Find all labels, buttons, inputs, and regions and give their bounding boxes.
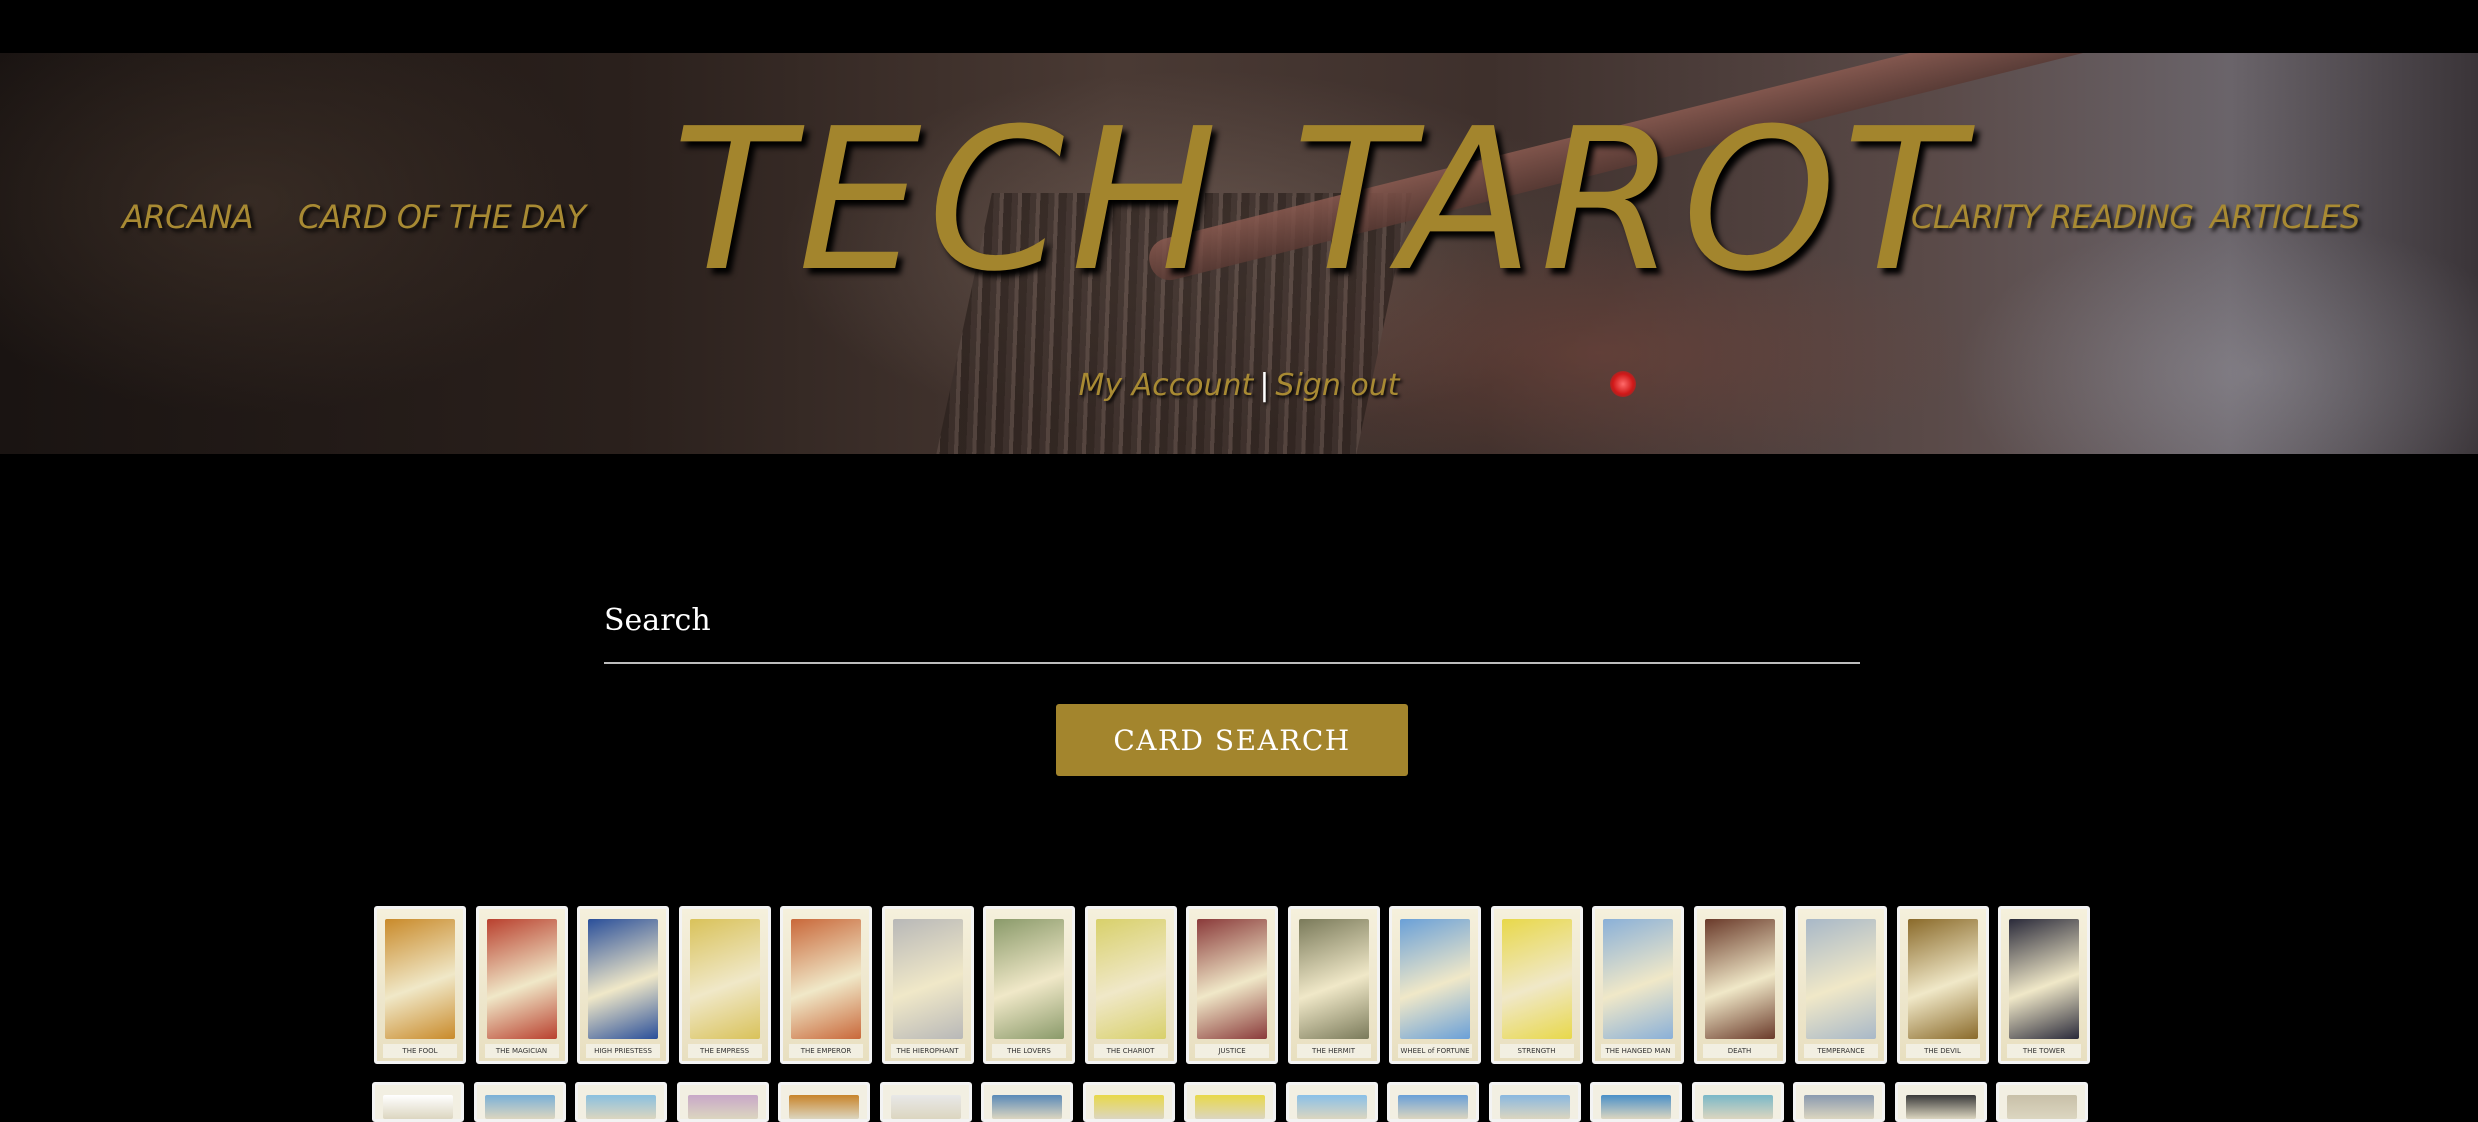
tarot-card-art [1603, 919, 1673, 1039]
tarot-card-caption: STRENGTH [1499, 1044, 1574, 1058]
search-field-wrapper [604, 580, 1860, 664]
tarot-card-art [2007, 1095, 2077, 1119]
tarot-card-art [1702, 1095, 1773, 1119]
nav-clarity-reading[interactable]: CLARITY READING [1911, 198, 2194, 236]
tarot-card-thumbnail[interactable] [1488, 1082, 1581, 1122]
tarot-card-thumbnail[interactable]: THE MAGICIAN [475, 906, 568, 1064]
tarot-card-thumbnail[interactable] [575, 1082, 667, 1122]
tarot-card-thumbnail[interactable]: THE HANGED MAN [1592, 906, 1684, 1064]
tarot-card-art [1704, 919, 1775, 1039]
tarot-card-thumbnail[interactable] [372, 1082, 464, 1122]
tarot-card-art [486, 919, 557, 1039]
tarot-card-caption: THE MAGICIAN [484, 1044, 559, 1058]
tarot-card-thumbnail[interactable]: HIGH PRIESTESS [577, 906, 669, 1064]
tarot-card-thumbnail[interactable] [1285, 1082, 1378, 1122]
tarot-card-thumbnail[interactable] [473, 1082, 566, 1122]
site-logo[interactable]: TECH TAROT [672, 96, 1962, 306]
tarot-card-thumbnail[interactable]: THE DEVIL [1896, 906, 1989, 1064]
tarot-card-thumbnail[interactable]: THE CHARIOT [1084, 906, 1177, 1064]
tarot-card-thumbnail[interactable]: THE HERMIT [1287, 906, 1380, 1064]
sign-out-link[interactable]: Sign out [1275, 368, 1399, 403]
tarot-card-thumbnail[interactable] [1590, 1082, 1682, 1122]
tarot-card-thumbnail[interactable] [1184, 1082, 1276, 1122]
tarot-card-art [1197, 919, 1267, 1039]
tarot-card-thumbnail[interactable]: STRENGTH [1490, 906, 1583, 1064]
tarot-card-thumbnail[interactable]: DEATH [1693, 906, 1786, 1064]
tarot-card-thumbnail[interactable]: WHEEL of FORTUNE [1389, 906, 1481, 1064]
tarot-card-art [687, 1095, 758, 1119]
tarot-card-thumbnail[interactable]: JUSTICE [1186, 906, 1278, 1064]
tarot-card-caption: THE EMPEROR [789, 1044, 863, 1058]
tarot-card-thumbnail[interactable] [778, 1082, 870, 1122]
card-search-button[interactable]: CARD SEARCH [1056, 704, 1408, 776]
tarot-card-thumbnail[interactable] [1691, 1082, 1784, 1122]
tarot-card-caption: THE HERMIT [1296, 1044, 1371, 1058]
tarot-card-caption: THE FOOL [383, 1044, 457, 1058]
tarot-card-thumbnail[interactable]: THE EMPRESS [678, 906, 771, 1064]
tarot-card-caption: HIGH PRIESTESS [586, 1044, 660, 1058]
tarot-card-thumbnail[interactable]: TEMPERANCE [1795, 906, 1887, 1064]
tarot-card-thumbnail[interactable]: THE HIEROPHANT [881, 906, 974, 1064]
tarot-card-art [789, 1095, 859, 1119]
tarot-card-caption: THE HIEROPHANT [890, 1044, 965, 1058]
tarot-card-thumbnail[interactable] [1793, 1082, 1885, 1122]
search-input[interactable] [604, 590, 1844, 650]
tarot-card-caption: THE TOWER [2007, 1044, 2081, 1058]
nav-articles[interactable]: ARTICLES [2210, 198, 2360, 236]
tarot-card-art [992, 1095, 1062, 1119]
tarot-card-art [484, 1095, 555, 1119]
tarot-card-thumbnail[interactable]: THE LOVERS [983, 906, 1075, 1064]
tarot-card-art [892, 919, 963, 1039]
tarot-card-thumbnail[interactable] [1996, 1082, 2088, 1122]
tarot-card-art [1095, 919, 1166, 1039]
tarot-card-caption: THE CHARIOT [1093, 1044, 1168, 1058]
tarot-card-thumbnail[interactable] [1082, 1082, 1175, 1122]
nav-card-of-the-day[interactable]: CARD OF THE DAY [298, 198, 586, 236]
tarot-card-caption: THE DEVIL [1905, 1044, 1980, 1058]
tarot-card-art [1093, 1095, 1164, 1119]
tarot-card-art [1601, 1095, 1671, 1119]
tarot-card-art [1398, 1095, 1468, 1119]
tarot-card-art [385, 919, 455, 1039]
tarot-card-caption: THE LOVERS [992, 1044, 1066, 1058]
tarot-card-caption: JUSTICE [1195, 1044, 1269, 1058]
tarot-card-thumbnail[interactable]: THE FOOL [374, 906, 466, 1064]
tarot-card-art [791, 919, 861, 1039]
tarot-card-art [586, 1095, 656, 1119]
account-separator: | [1259, 368, 1270, 403]
tarot-card-thumbnail[interactable]: THE TOWER [1998, 906, 2090, 1064]
tarot-card-art [1499, 1095, 1570, 1119]
tarot-card-thumbnail[interactable] [879, 1082, 972, 1122]
tarot-card-art [689, 919, 760, 1039]
my-account-link[interactable]: My Account [1078, 368, 1253, 403]
tarot-card-art [1296, 1095, 1367, 1119]
tarot-card-art [1298, 919, 1369, 1039]
nav-arcana[interactable]: ARCANA [122, 198, 254, 236]
tarot-card-art [2009, 919, 2079, 1039]
tarot-card-art [1400, 919, 1470, 1039]
tarot-card-art [1501, 919, 1572, 1039]
tarot-card-thumbnail[interactable] [1894, 1082, 1987, 1122]
tarot-card-caption: THE HANGED MAN [1601, 1044, 1675, 1058]
tarot-card-art [1907, 919, 1978, 1039]
tarot-card-caption: TEMPERANCE [1804, 1044, 1878, 1058]
card-gallery: THE FOOL THE MAGICIAN HIGH PRIESTESS THE EM… [372, 906, 2096, 1122]
tarot-card-art [890, 1095, 961, 1119]
tarot-card-art [1195, 1095, 1265, 1119]
tarot-card-thumbnail[interactable] [1387, 1082, 1479, 1122]
tarot-card-art [1905, 1095, 1976, 1119]
tarot-card-art [1804, 1095, 1874, 1119]
tarot-card-caption: WHEEL of FORTUNE [1398, 1044, 1472, 1058]
tarot-card-art [1806, 919, 1876, 1039]
tarot-card-caption: DEATH [1702, 1044, 1777, 1058]
tarot-card-art [994, 919, 1064, 1039]
tarot-card-art [383, 1095, 453, 1119]
tarot-card-art [588, 919, 658, 1039]
tarot-card-thumbnail[interactable] [981, 1082, 1073, 1122]
account-bar: My Account | Sign out [0, 368, 2478, 403]
tarot-card-caption: THE EMPRESS [687, 1044, 762, 1058]
tarot-card-thumbnail[interactable] [676, 1082, 769, 1122]
tarot-card-thumbnail[interactable]: THE EMPEROR [780, 906, 872, 1064]
